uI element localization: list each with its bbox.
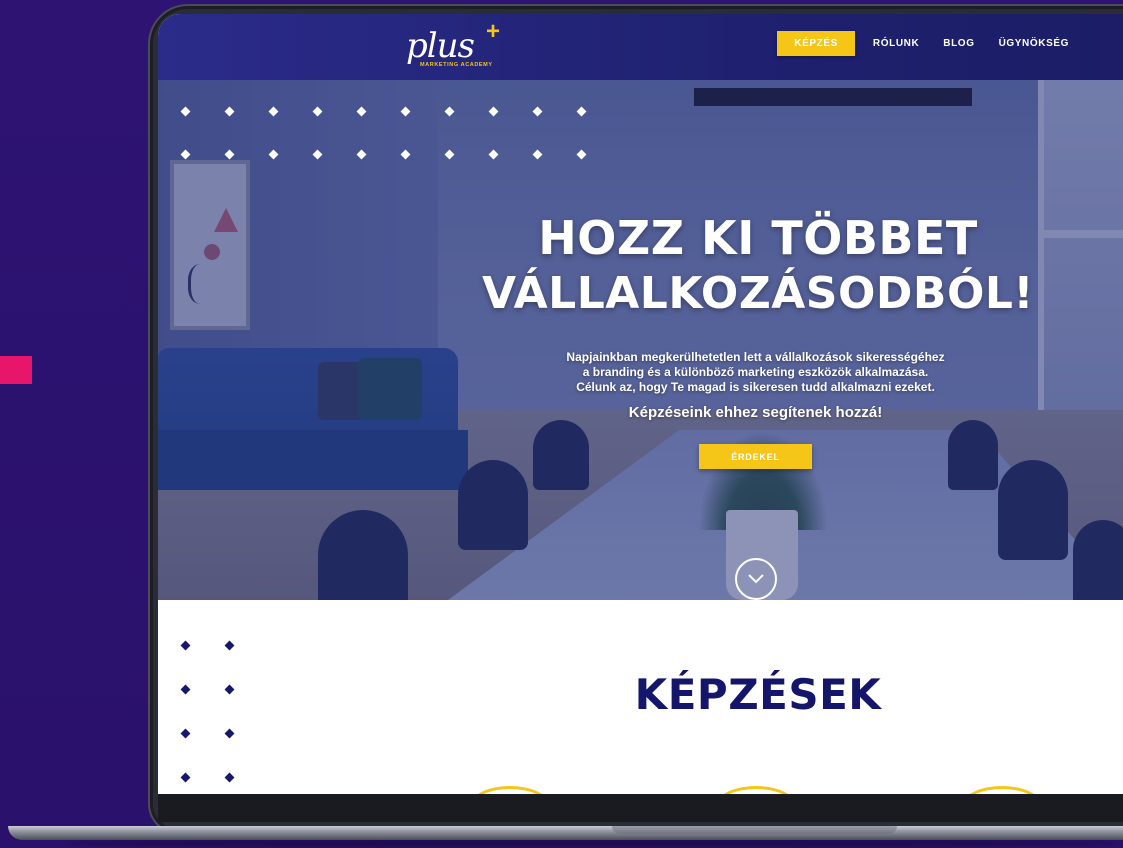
diamond-dot-icon: [224, 149, 235, 160]
pink-accent-block: [0, 356, 32, 384]
showcase-stage: plus + MARKETING ACADEMY KÉPZÉS RÓLUNK B…: [0, 0, 1123, 848]
nav-item-blog[interactable]: BLOG: [931, 31, 986, 56]
diamond-dot-icon: [532, 149, 543, 160]
hero-section: HOZZ KI TÖBBET VÁLLALKOZÁSODBÓL! Napjain…: [158, 80, 1123, 600]
site-logo[interactable]: plus + MARKETING ACADEMY: [404, 18, 514, 72]
diamond-dot-icon: [312, 106, 323, 117]
hero-title: HOZZ KI TÖBBET VÁLLALKOZÁSODBÓL!: [448, 210, 1068, 322]
nav-menu: KÉPZÉS RÓLUNK BLOG ÜGYNÖKSÉG: [777, 31, 1081, 56]
diamond-dot-icon: [180, 684, 191, 695]
screen-bezel-bottom: [158, 794, 1123, 822]
diamond-dot-icon: [224, 772, 235, 783]
hero-subtitle: Képzéseink ehhez segítenek hozzá!: [628, 404, 883, 421]
hero-description-line: Célunk az, hogy Te magad is sikeresen tu…: [576, 380, 935, 394]
diamond-dot-icon: [312, 149, 323, 160]
nav-item-rolunk[interactable]: RÓLUNK: [861, 31, 931, 56]
diamond-dot-icon: [576, 106, 587, 117]
diamond-dot-icon: [224, 106, 235, 117]
laptop-base: [8, 826, 1123, 840]
courses-section: KÉPZÉSEK: [158, 616, 1123, 794]
courses-title: KÉPZÉSEK: [634, 670, 882, 719]
diamond-dot-icon: [356, 106, 367, 117]
chevron-down-icon: [748, 574, 764, 584]
diamond-dot-icon: [400, 149, 411, 160]
erdekel-button[interactable]: ÉRDEKEL: [699, 444, 812, 469]
course-card-arc: [470, 786, 550, 794]
hero-description-line: a branding és a különböző marketing eszk…: [582, 365, 929, 379]
logo-plus-sign: +: [486, 18, 501, 45]
diamond-dot-icon: [532, 106, 543, 117]
diamond-dot-icon: [224, 640, 235, 651]
diamond-dot-icon: [444, 106, 455, 117]
hero-dot-pattern: [180, 106, 622, 160]
diamond-dot-icon: [400, 106, 411, 117]
laptop-base-notch: [612, 826, 897, 834]
hero-title-line1: HOZZ KI TÖBBET: [538, 211, 978, 265]
diamond-dot-icon: [180, 149, 191, 160]
diamond-dot-icon: [488, 149, 499, 160]
course-card-arc: [962, 786, 1042, 794]
site-navbar: plus + MARKETING ACADEMY KÉPZÉS RÓLUNK B…: [158, 14, 1123, 80]
hero-title-line2: VÁLLALKOZÁSODBÓL!: [482, 268, 1034, 319]
diamond-dot-icon: [268, 106, 279, 117]
nav-item-kepzes[interactable]: KÉPZÉS: [777, 31, 855, 56]
diamond-dot-icon: [444, 149, 455, 160]
diamond-dot-icon: [180, 772, 191, 783]
course-card-arc: [716, 786, 796, 794]
diamond-dot-icon: [180, 728, 191, 739]
diamond-dot-icon: [268, 149, 279, 160]
nav-item-ugynokseg[interactable]: ÜGYNÖKSÉG: [987, 31, 1081, 56]
diamond-dot-icon: [224, 728, 235, 739]
logo-wordmark: plus: [406, 26, 475, 66]
laptop-screen: plus + MARKETING ACADEMY KÉPZÉS RÓLUNK B…: [158, 14, 1123, 794]
diamond-dot-icon: [576, 149, 587, 160]
diamond-dot-icon: [356, 149, 367, 160]
diamond-dot-icon: [224, 684, 235, 695]
diamond-dot-icon: [180, 640, 191, 651]
logo-subtitle: MARKETING ACADEMY: [420, 62, 493, 68]
diamond-dot-icon: [180, 106, 191, 117]
hero-color-overlay: [158, 80, 1123, 600]
scroll-down-button[interactable]: [735, 558, 777, 600]
hero-description-line: Napjainkban megkerülhetetlen lett a váll…: [566, 350, 945, 364]
diamond-dot-icon: [488, 106, 499, 117]
hero-description: Napjainkban megkerülhetetlen lett a váll…: [528, 350, 983, 395]
courses-dot-pattern: [180, 640, 270, 783]
